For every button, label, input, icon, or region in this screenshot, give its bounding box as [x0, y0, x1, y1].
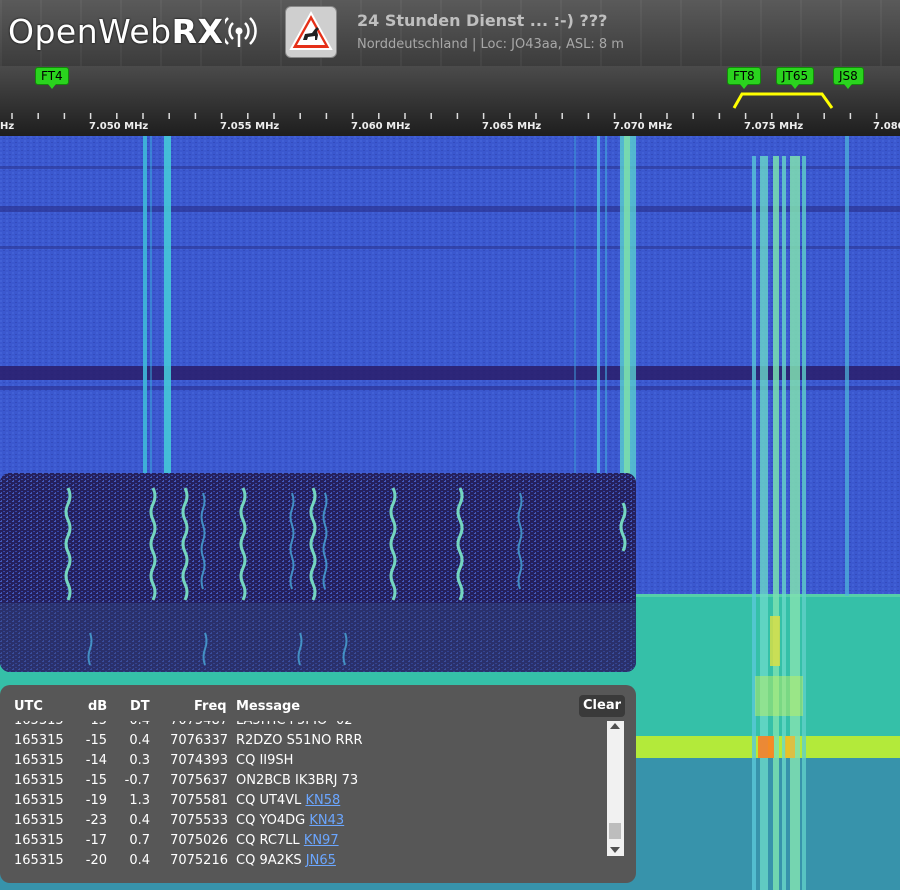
message-freq: 7075026	[170, 833, 228, 848]
column-utc: UTC	[14, 699, 43, 714]
scale-label-7075: 7.075 MHz	[744, 121, 804, 132]
decoded-messages-panel: UTC dB DT Freq Message Clear 165315 -15 0.…	[0, 685, 636, 883]
scale-label-7080: 7.080	[873, 121, 900, 132]
message-body: CQ 9A2KS	[236, 853, 302, 867]
message-body: CQ RC7LL	[236, 833, 300, 848]
logo-text-thin: OpenWeb	[8, 12, 172, 51]
bookmark-ft4[interactable]: FT4	[35, 67, 69, 89]
receiver-description: Norddeutschland | Loc: JO43aa, ASL: 8 m	[357, 37, 624, 52]
message-freq: 7075216	[170, 853, 228, 867]
locator-link[interactable]: KN43	[309, 813, 344, 828]
message-dt: 0.4	[129, 733, 150, 748]
message-utc: 165315	[14, 793, 64, 808]
message-db: -17	[85, 833, 107, 848]
message-freq: 7075637	[170, 773, 228, 788]
message-db: -23	[85, 813, 107, 828]
message-utc: 165315	[14, 833, 64, 848]
message-freq: 7076337	[170, 733, 228, 748]
messages-scrollbar[interactable]	[607, 721, 624, 856]
message-text: CQ UT4VL KN58	[236, 793, 340, 808]
locator-link[interactable]: KN97	[304, 833, 339, 848]
message-utc: 165315	[14, 721, 64, 728]
message-utc: 165315	[14, 813, 64, 828]
bookmark-ft8[interactable]: FT8	[727, 67, 761, 89]
digimode-waterfall-panel	[0, 473, 636, 672]
message-body: CQ II9SH	[236, 753, 294, 768]
frequency-scale[interactable]: FT4 FT8 JT65 JS8 Hz 7.050 MHz 7.055 MHz …	[0, 66, 900, 136]
message-dt: 0.7	[129, 833, 150, 848]
scrollbar-thumb[interactable]	[609, 823, 621, 839]
message-text: ON2BCB IK3BRJ 73	[236, 773, 358, 788]
message-freq: 7075533	[170, 813, 228, 828]
moose-warning-sign-icon	[289, 10, 333, 50]
message-text: CQ 9A2KS JN65	[236, 853, 336, 867]
scroll-down-arrow-icon[interactable]	[610, 847, 620, 853]
scale-label-7065: 7.065 MHz	[482, 121, 542, 132]
message-db: -15	[85, 733, 107, 748]
receiver-title: 24 Stunden Dienst ... :-) ???	[357, 11, 608, 30]
message-utc: 165315	[14, 853, 64, 867]
message-freq: 7075487	[164, 721, 228, 728]
message-dt: 1.3	[129, 793, 150, 808]
message-db: -20	[85, 853, 107, 867]
message-body: CQ YO4DG	[236, 813, 306, 828]
message-dt: 0.4	[124, 721, 150, 728]
top-bar: OpenWebRX 24 Stunden Dienst ... :-) ??? …	[0, 0, 900, 66]
message-utc: 165315	[14, 733, 64, 748]
column-freq: Freq	[194, 699, 227, 714]
message-db: -19	[85, 793, 107, 808]
message-dt: -0.7	[124, 773, 150, 788]
message-body: R2DZO S51NO RRR	[236, 733, 363, 748]
message-text: LA5ITIC F5PIO -02	[236, 721, 353, 728]
message-text: CQ RC7LL KN97	[236, 833, 339, 848]
radio-waves-icon	[225, 17, 257, 47]
column-dt: DT	[130, 699, 150, 714]
openwebrx-logo[interactable]: OpenWebRX	[8, 12, 223, 51]
message-text: CQ II9SH	[236, 753, 293, 768]
message-freq: 7075581	[170, 793, 228, 808]
scale-label-7055: 7.055 MHz	[220, 121, 280, 132]
column-message: Message	[236, 699, 301, 714]
message-db: -15	[79, 721, 107, 728]
passband-bracket	[732, 92, 834, 109]
locator-link[interactable]: KN58	[305, 793, 340, 808]
scale-label-7050: 7.050 MHz	[89, 121, 149, 132]
digimode-waterfall-graphics	[0, 473, 636, 672]
column-db: dB	[88, 699, 108, 714]
message-freq: 7074393	[170, 753, 228, 768]
scale-label-7070: 7.070 MHz	[613, 121, 673, 132]
message-db: -14	[85, 753, 107, 768]
message-body: LA5ITIC F5PIO -02	[236, 721, 353, 728]
message-text: CQ YO4DG KN43	[236, 813, 344, 828]
scale-label-7060: 7.060 MHz	[351, 121, 411, 132]
scale-label-edge: Hz	[0, 121, 15, 132]
message-text: R2DZO S51NO RRR	[236, 733, 363, 748]
receiver-avatar[interactable]	[285, 6, 337, 58]
messages-list[interactable]: 165315 -15 0.4 7075487 LA5ITIC F5PIO -02 1653…	[0, 721, 606, 867]
message-dt: 0.4	[129, 813, 150, 828]
message-utc: 165315	[14, 773, 64, 788]
message-dt: 0.3	[129, 753, 150, 768]
message-db: -15	[85, 773, 107, 788]
message-utc: 165315	[14, 753, 64, 768]
logo-text-bold: RX	[171, 12, 224, 51]
message-dt: 0.4	[129, 853, 150, 867]
clear-button[interactable]: Clear	[579, 695, 625, 717]
message-body: CQ UT4VL	[236, 793, 302, 808]
message-body: ON2BCB IK3BRJ 73	[236, 773, 359, 788]
bookmark-jt65[interactable]: JT65	[776, 67, 815, 89]
scroll-up-arrow-icon[interactable]	[610, 723, 620, 729]
locator-link[interactable]: JN65	[306, 853, 336, 867]
bookmark-js8[interactable]: JS8	[833, 67, 864, 89]
